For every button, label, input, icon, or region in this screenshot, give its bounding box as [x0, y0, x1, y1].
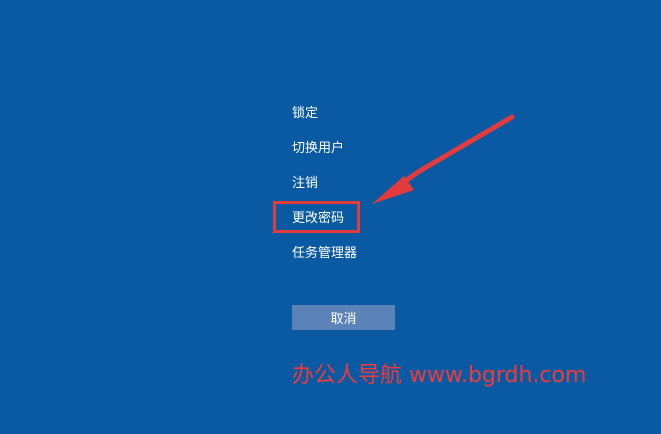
menu-item-label: 任务管理器 — [292, 246, 358, 261]
arrow-shaft — [389, 114, 515, 196]
menu-item-label: 更改密码 — [292, 211, 345, 226]
cancel-button[interactable]: 取消 — [292, 305, 395, 330]
menu-item-lock[interactable]: 锁定 — [292, 103, 357, 138]
security-options-menu: 锁定 切换用户 注销 更改密码 任务管理器 — [292, 103, 357, 278]
menu-item-label: 切换用户 — [292, 141, 345, 156]
menu-item-sign-out[interactable]: 注销 — [292, 173, 357, 208]
arrow-head — [372, 176, 414, 204]
menu-item-label: 锁定 — [292, 106, 319, 121]
menu-item-label: 注销 — [292, 176, 319, 191]
menu-item-switch-user[interactable]: 切换用户 — [292, 138, 357, 173]
ctrl-alt-del-screen: 锁定 切换用户 注销 更改密码 任务管理器 取消 办公人导航 www.bgrdh… — [0, 0, 661, 434]
menu-item-task-manager[interactable]: 任务管理器 — [292, 243, 357, 278]
watermark-text: 办公人导航 www.bgrdh.com — [292, 363, 587, 388]
menu-item-change-password[interactable]: 更改密码 — [292, 208, 357, 243]
